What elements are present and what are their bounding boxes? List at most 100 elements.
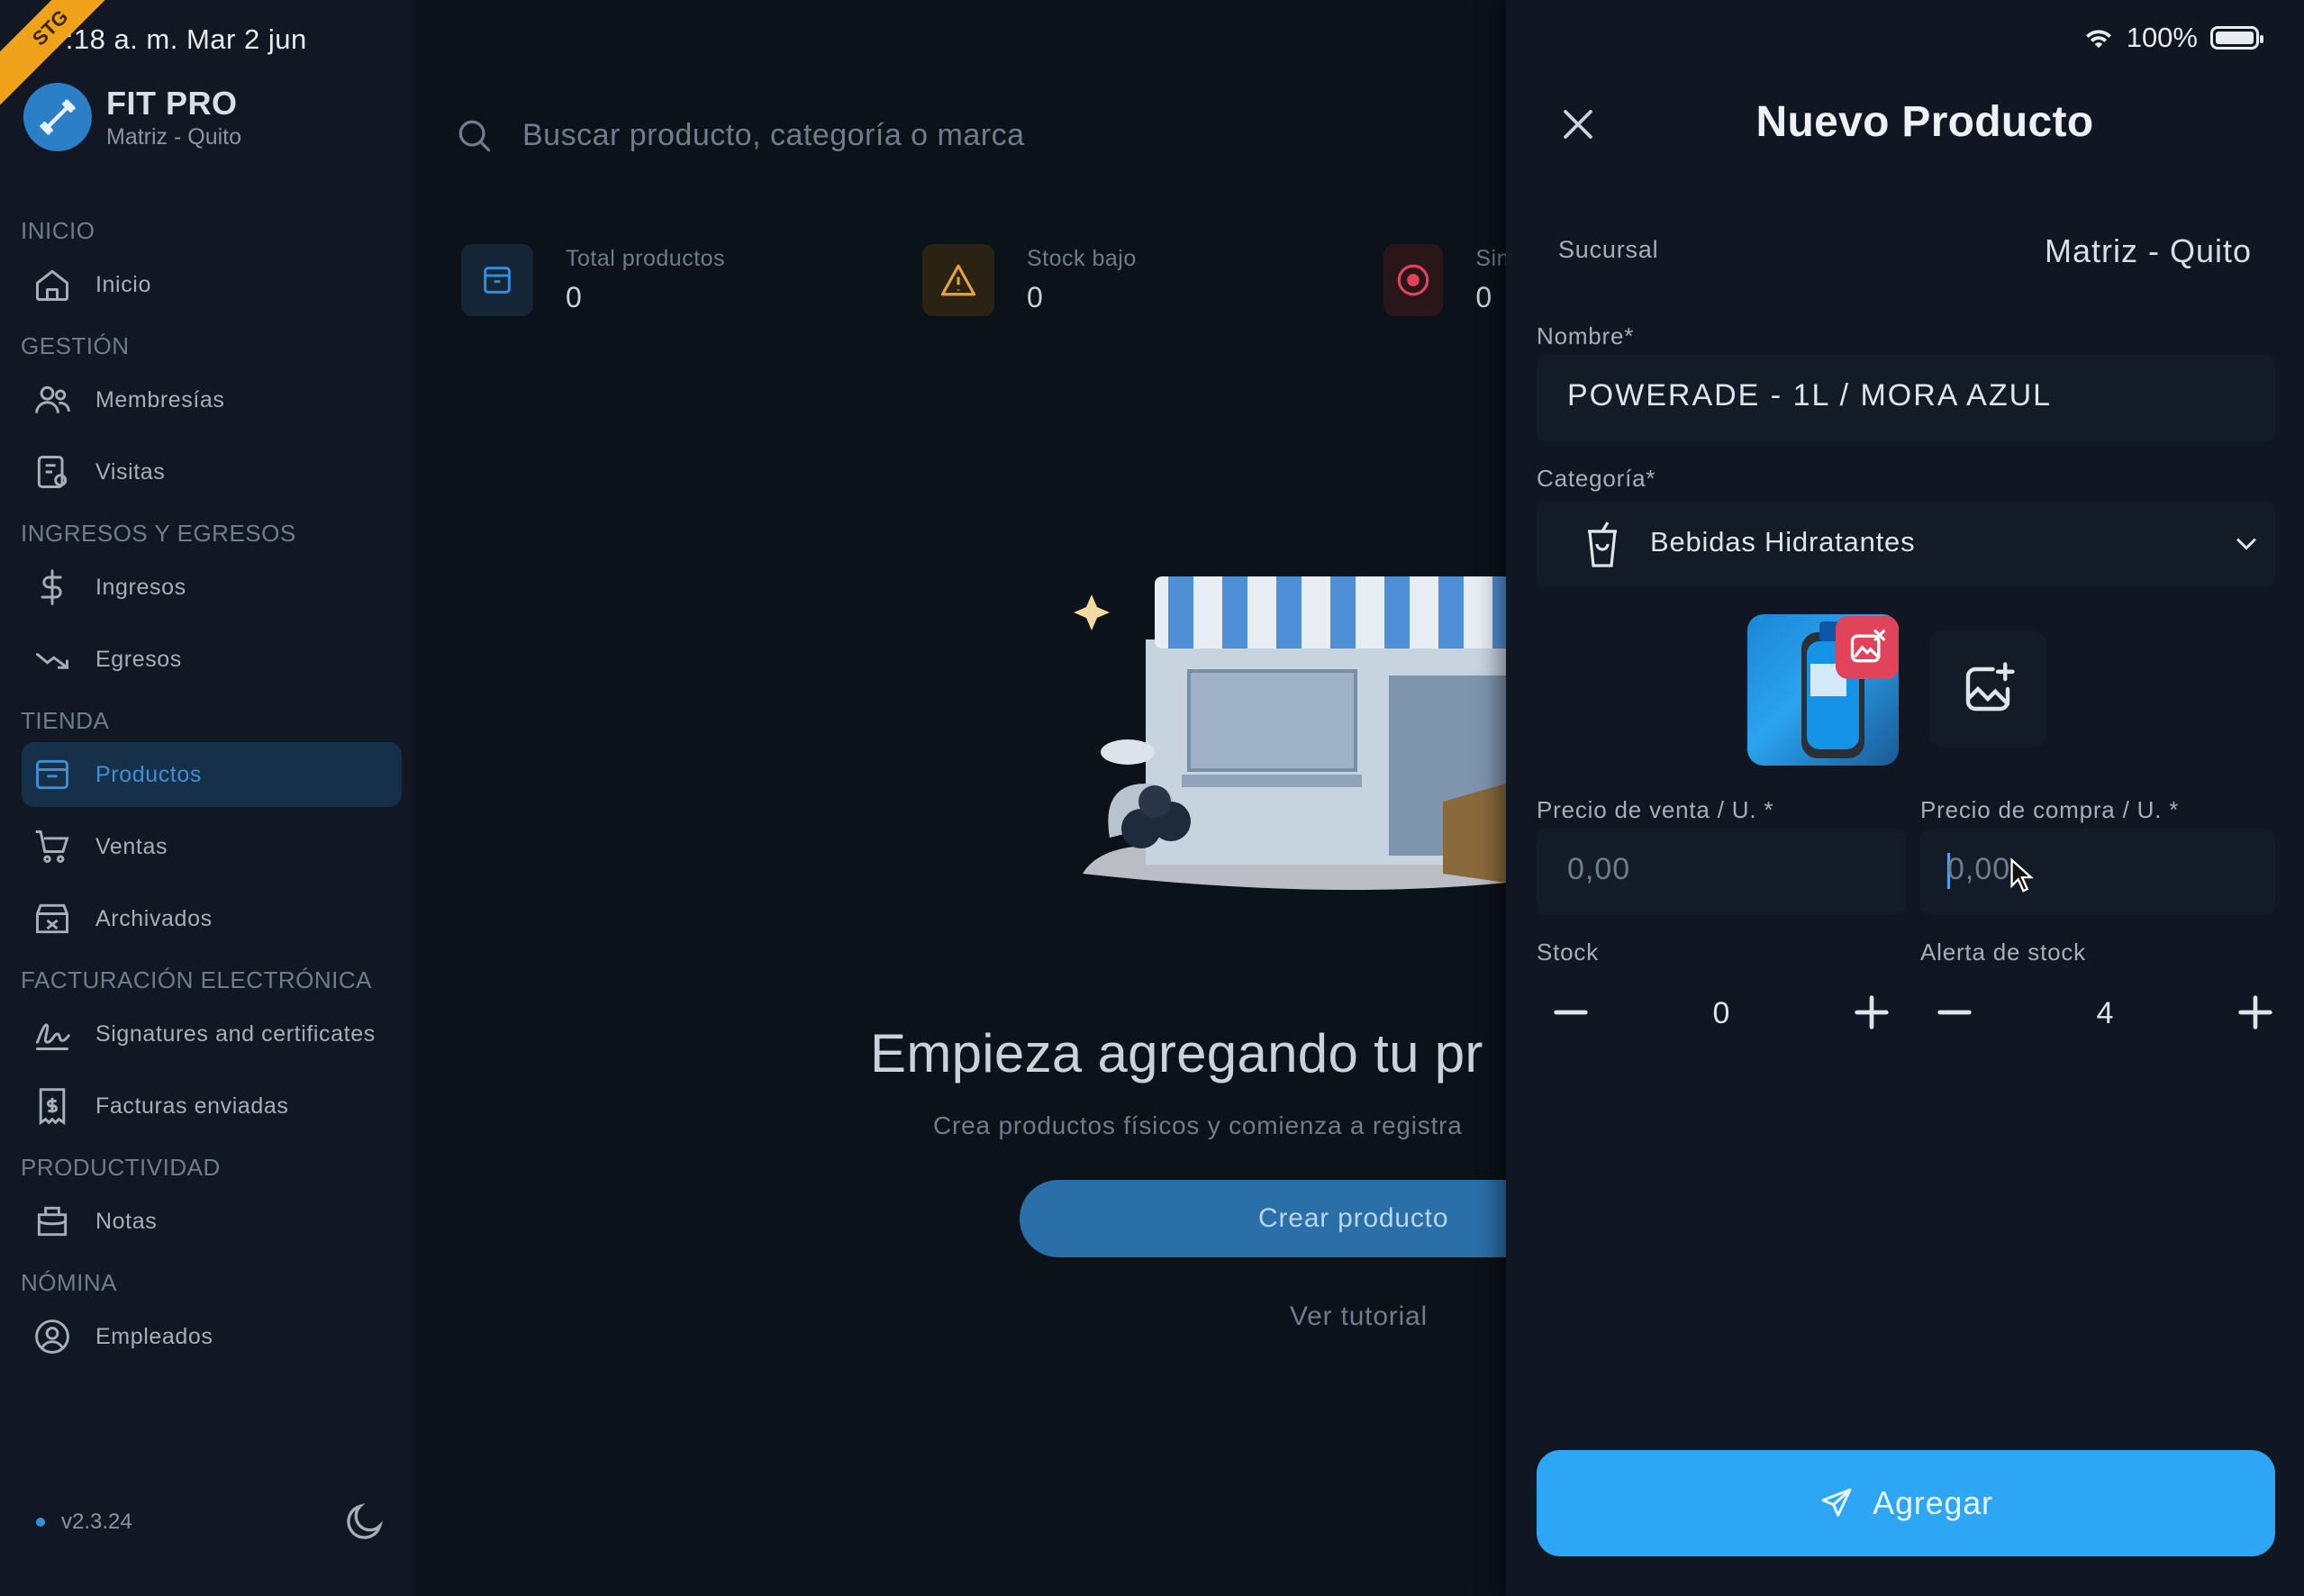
sidebar-nav: INICIO Inicio GESTIÓN Membresías Visitas… [0, 204, 416, 1376]
brand-subtitle: Matriz - Quito [106, 123, 242, 150]
name-label: Nombre* [1537, 322, 1635, 349]
create-product-label: Crear producto [1258, 1203, 1449, 1233]
add-image-button[interactable] [1929, 630, 2046, 748]
trend-down-icon [36, 653, 68, 669]
stock-label: Stock [1537, 939, 1600, 966]
visits-icon [37, 456, 68, 488]
sidebar-item-signatures[interactable]: Signatures and certificates [22, 1002, 402, 1066]
stock-alert-stepper: 4 [1920, 973, 2290, 1052]
tutorial-link[interactable]: Ver tutorial [1290, 1301, 1428, 1332]
category-select[interactable]: Bebidas Hidratantes [1537, 501, 2275, 587]
stat-total-productos: Total productos 0 [461, 234, 893, 326]
users-icon [35, 385, 70, 413]
send-icon [1821, 1488, 1852, 1517]
stat-sin-stock: Sin 0 [1383, 234, 1510, 326]
add-product-label: Agregar [1873, 1484, 1993, 1521]
sidebar-item-productos[interactable]: Productos [22, 742, 402, 807]
invoice-icon [39, 1088, 66, 1126]
sidebar-item-label: Ventas [95, 833, 168, 859]
moon-icon[interactable] [342, 1499, 387, 1544]
section-tienda: TIENDA [21, 707, 110, 734]
sidebar-item-label: Notas [95, 1208, 158, 1234]
section-facturacion: FACTURACIÓN ELECTRÓNICA [21, 966, 372, 993]
sidebar-item-notas[interactable]: Notas [22, 1189, 402, 1254]
sidebar-item-inicio[interactable]: Inicio [22, 252, 402, 317]
sidebar-item-archivados[interactable]: Archivados [22, 886, 402, 951]
signature-icon [36, 1023, 70, 1050]
alert-circle-icon [1383, 244, 1444, 316]
box-icon [36, 759, 68, 790]
panel-title: Nuevo Producto [1755, 98, 2094, 146]
branch-value: Matriz - Quito [2044, 232, 2252, 269]
app-screen: STG 7:18 a. m. Mar 2 jun 100% FIT PRO Ma… [0, 0, 2304, 1596]
sidebar-item-label: Productos [95, 761, 202, 787]
stat-stock-bajo: Stock bajo 0 [922, 234, 1355, 326]
sidebar: FIT PRO Matriz - Quito INICIO Inicio GES… [0, 0, 416, 1596]
branch-label: Sucursal [1558, 236, 1659, 263]
sale-price-label: Precio de venta / U. * [1537, 796, 1774, 823]
sidebar-item-ventas[interactable]: Ventas [22, 814, 402, 879]
cart-icon [35, 830, 69, 863]
category-value: Bebidas Hidratantes [1650, 526, 1916, 558]
add-image-icon [1965, 662, 2015, 712]
section-productividad: PRODUCTIVIDAD [21, 1154, 221, 1181]
version-dot [36, 1518, 45, 1527]
sidebar-item-visitas[interactable]: Visitas [22, 440, 402, 504]
status-right: 100% [2083, 22, 2263, 54]
mouse-cursor-icon [2010, 857, 2034, 893]
search-bar[interactable]: Buscar producto, categoría o marca [454, 115, 1025, 155]
sidebar-item-membresias[interactable]: Membresías [22, 367, 402, 432]
purchase-price-label: Precio de compra / U. * [1920, 796, 2180, 823]
sidebar-item-facturas[interactable]: Facturas enviadas [22, 1074, 402, 1138]
brand-name: FIT PRO [106, 84, 238, 122]
name-value: POWERADE - 1L / MORA AZUL [1567, 378, 2053, 413]
name-field[interactable]: POWERADE - 1L / MORA AZUL [1537, 355, 2275, 441]
sidebar-item-label: Egresos [95, 646, 182, 672]
sidebar-item-label: Ingresos [95, 574, 186, 600]
plus-icon[interactable] [2230, 987, 2281, 1038]
battery-percent: 100% [2126, 22, 2198, 53]
dollar-icon [41, 569, 62, 605]
version-label: v2.3.24 [61, 1510, 132, 1534]
category-label: Categoría* [1537, 465, 1656, 492]
stat-value: 0 [566, 281, 582, 313]
stat-label: Total productos [566, 246, 726, 271]
search-icon [458, 120, 491, 152]
stat-value: 0 [1027, 281, 1043, 313]
status-bar: 7:18 a. m. Mar 2 jun 100% [0, 0, 2304, 79]
sale-price-input[interactable]: 0,00 [1537, 829, 1906, 915]
dumbbell-logo-icon [23, 83, 92, 151]
purchase-price-field: 0,00 [1947, 852, 2011, 890]
stat-label: Sin [1475, 246, 1510, 271]
sidebar-item-label: Empleados [95, 1323, 213, 1349]
home-icon [36, 269, 68, 301]
section-gestion: GESTIÓN [21, 332, 130, 359]
purchase-price-input[interactable]: 0,00 [1920, 829, 2275, 915]
add-product-button[interactable]: Agregar [1537, 1450, 2275, 1556]
new-product-panel: Nuevo Producto Sucursal Matriz - Quito N… [1506, 0, 2304, 1596]
battery-icon [2210, 26, 2263, 50]
empty-state-subtitle: Crea productos físicos y comienza a regi… [933, 1111, 1463, 1139]
employee-icon [35, 1319, 69, 1354]
sidebar-item-label: Archivados [95, 905, 213, 931]
remove-image-icon[interactable] [1836, 616, 1899, 679]
stock-alert-label: Alerta de stock [1920, 939, 2086, 966]
status-time: 7:18 a. m. Mar 2 jun [50, 23, 307, 55]
sidebar-item-label: Facturas enviadas [95, 1093, 289, 1119]
plus-icon[interactable] [1846, 987, 1897, 1038]
archive-icon [36, 903, 68, 934]
section-ingresos-egresos: INGRESOS Y EGRESOS [21, 520, 296, 547]
sidebar-item-egresos[interactable]: Egresos [22, 627, 402, 692]
sidebar-item-ingresos[interactable]: Ingresos [22, 555, 402, 620]
sidebar-item-empleados[interactable]: Empleados [22, 1304, 402, 1369]
box-icon [461, 244, 533, 316]
purchase-price-placeholder: 0,00 [1947, 852, 2011, 886]
brand[interactable]: FIT PRO Matriz - Quito [23, 83, 241, 151]
drink-cup-icon [1588, 521, 1617, 567]
main-content: Buscar producto, categoría o marca Total… [416, 0, 1650, 1596]
stat-label: Stock bajo [1027, 246, 1137, 271]
sidebar-item-label: Inicio [95, 271, 151, 297]
chevron-down-icon [2236, 539, 2256, 550]
wifi-icon [2085, 30, 2111, 49]
store-illustration [1074, 576, 1506, 890]
